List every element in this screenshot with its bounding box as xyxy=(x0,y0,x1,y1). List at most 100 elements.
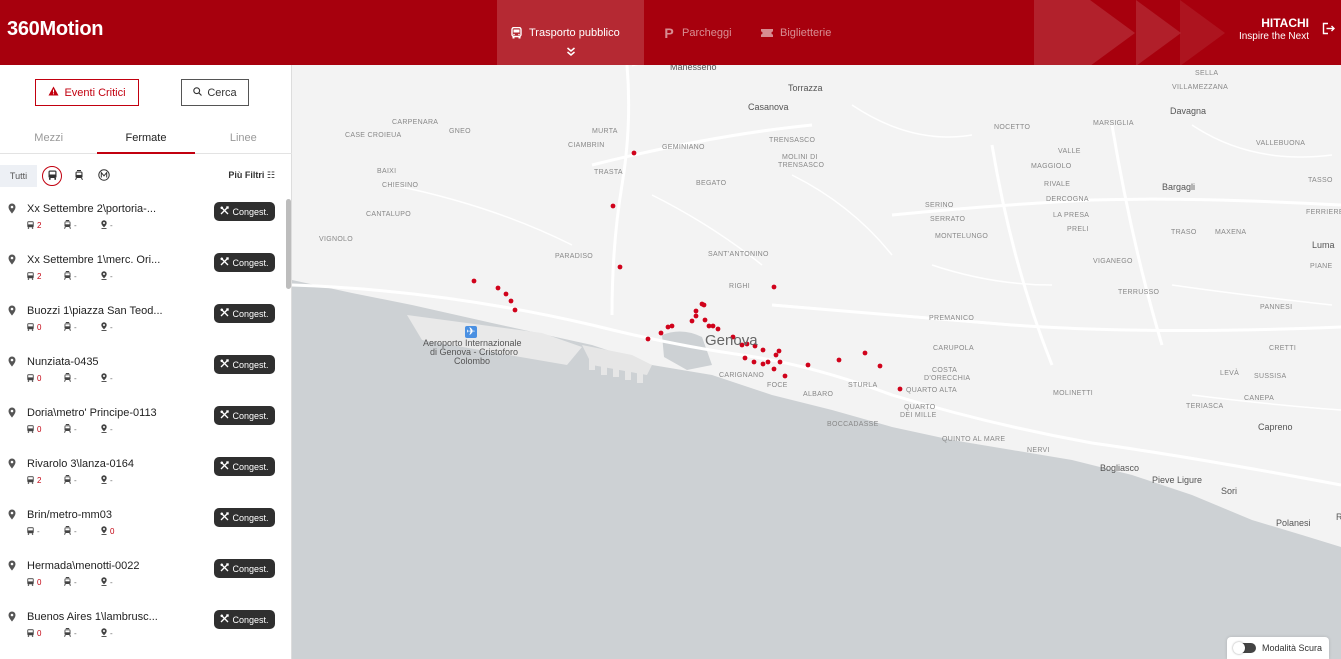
bus-icon xyxy=(27,475,34,486)
map-place-label: PRELI xyxy=(1067,226,1089,233)
filter-bus-button[interactable] xyxy=(42,166,62,186)
stop-list-item[interactable]: Buenos Aires 1\lambrusc... 0 - - Congest. xyxy=(0,603,292,654)
filter-metro-m-button[interactable] xyxy=(94,166,114,186)
stop-marker[interactable] xyxy=(665,324,671,330)
stop-marker[interactable] xyxy=(503,291,509,297)
stop-marker[interactable] xyxy=(710,323,716,329)
stop-marker[interactable] xyxy=(805,362,811,368)
metro-count: - xyxy=(64,577,101,588)
location-pin-icon xyxy=(8,203,16,217)
stop-marker[interactable] xyxy=(771,366,777,372)
stop-marker[interactable] xyxy=(669,323,675,329)
tab-linee[interactable]: Linee xyxy=(195,123,292,153)
stop-marker[interactable] xyxy=(862,350,868,356)
stop-marker[interactable] xyxy=(495,285,501,291)
list-scrollbar[interactable] xyxy=(286,199,291,289)
filter-metro-button[interactable] xyxy=(69,166,89,186)
person-pin-icon xyxy=(101,373,107,384)
top-bar: 360Motion Trasporto pubblico P Parcheggi… xyxy=(0,0,1341,65)
stop-marker[interactable] xyxy=(742,355,748,361)
stop-list-item[interactable]: Buozzi 1\piazza San Teod... 0 - - Congest. xyxy=(0,297,292,348)
stop-marker[interactable] xyxy=(751,359,757,365)
tab-fermate[interactable]: Fermate xyxy=(97,123,195,154)
search-button[interactable]: Cerca xyxy=(181,79,249,106)
metro-count-value: - xyxy=(74,578,77,587)
stop-marker[interactable] xyxy=(776,348,782,354)
map-place-label: CARUPOLA xyxy=(933,345,974,352)
congestion-badge: Congest. xyxy=(214,202,275,221)
stop-marker[interactable] xyxy=(773,352,779,358)
stop-marker[interactable] xyxy=(760,361,766,367)
map-place-label: CHIESINO xyxy=(382,182,419,189)
nav-parcheggi[interactable]: P Parcheggi xyxy=(650,0,744,65)
stop-marker[interactable] xyxy=(631,150,637,156)
stop-name: Nunziata-0435 xyxy=(27,356,99,368)
stop-marker[interactable] xyxy=(836,357,842,363)
stop-list-item[interactable]: Doria\metro' Principe-0113 0 - - Congest. xyxy=(0,399,292,450)
stop-marker[interactable] xyxy=(771,284,777,290)
map-place-label: GEMINIANO xyxy=(662,144,705,151)
search-icon xyxy=(193,86,203,99)
toggle-switch[interactable] xyxy=(1232,642,1256,654)
stop-marker[interactable] xyxy=(897,386,903,392)
map-place-label: Luma xyxy=(1312,240,1335,250)
bus-count-value: 0 xyxy=(37,323,42,332)
stop-marker[interactable] xyxy=(508,298,514,304)
stop-marker[interactable] xyxy=(765,359,771,365)
congestion-badge: Congest. xyxy=(214,559,275,578)
tab-mezzi[interactable]: Mezzi xyxy=(0,123,97,153)
stop-list-item[interactable]: Hermada\menotti-0022 0 - - Congest. xyxy=(0,552,292,603)
stop-marker[interactable] xyxy=(658,330,664,336)
map-place-label: BAIXI xyxy=(377,168,397,175)
stop-marker[interactable] xyxy=(617,264,623,270)
bus-count: 0 xyxy=(27,322,64,333)
tram-icon xyxy=(64,271,71,282)
stop-list-item[interactable]: Brin/metro-mm03 - - 0 Congest. xyxy=(0,501,292,552)
stop-meta: 2 - - xyxy=(27,220,138,231)
location-pin-icon xyxy=(8,254,16,268)
map-place-label: STURLA xyxy=(848,382,878,389)
stop-marker[interactable] xyxy=(471,278,477,284)
map[interactable]: ✈ Manesseno Torrazza Casanova SELLA VILLAMEZ… xyxy=(292,65,1341,659)
stop-marker[interactable] xyxy=(782,373,788,379)
stop-marker[interactable] xyxy=(689,318,695,324)
stop-marker[interactable] xyxy=(715,326,721,332)
person-pin-icon xyxy=(101,475,107,486)
stop-list-item[interactable]: Nunziata-0435 0 - - Congest. xyxy=(0,348,292,399)
stop-marker[interactable] xyxy=(702,317,708,323)
map-place-label: COSTA xyxy=(932,367,958,374)
logout-icon[interactable] xyxy=(1322,22,1335,38)
stop-marker[interactable] xyxy=(777,359,783,365)
map-place-label: QUARTO ALTA xyxy=(906,387,958,394)
critical-events-button[interactable]: Eventi Critici xyxy=(35,79,139,106)
stop-marker[interactable] xyxy=(760,347,766,353)
double-chevron-down-icon[interactable] xyxy=(566,47,575,58)
nav-trasporto-pubblico[interactable]: Trasporto pubblico xyxy=(497,0,644,65)
stop-marker[interactable] xyxy=(610,203,616,209)
stop-marker[interactable] xyxy=(645,336,651,342)
stop-list-item[interactable]: Xx Settembre 1\merc. Ori... 2 - - Congest. xyxy=(0,246,292,297)
tram-icon xyxy=(64,424,71,435)
stop-list-item[interactable]: Xx Settembre 2\portoria-... 2 - - Congest. xyxy=(0,195,292,246)
tram-icon xyxy=(64,577,71,588)
stop-marker[interactable] xyxy=(701,302,707,308)
stop-marker[interactable] xyxy=(877,363,883,369)
filter-all-chip[interactable]: Tutti xyxy=(0,165,37,187)
bus-count-value: 2 xyxy=(37,476,42,485)
map-place-label: Genova xyxy=(705,332,758,349)
congestion-label: Congest. xyxy=(232,461,269,472)
map-place-label: TRASO xyxy=(1171,229,1197,236)
stop-marker[interactable] xyxy=(693,313,699,319)
warning-icon xyxy=(48,86,59,99)
stop-marker[interactable] xyxy=(512,307,518,313)
brand-name: HITACHI xyxy=(1261,16,1309,30)
stop-list-item[interactable]: Rivarolo 3\lanza-0164 2 - - Congest. xyxy=(0,450,292,501)
map-place-label: SERINO xyxy=(925,202,954,209)
more-filters-button[interactable]: Più Filtri ☷ xyxy=(228,170,275,181)
map-place-label: DERCOGNA xyxy=(1046,196,1089,203)
nav-biglietterie[interactable]: Biglietterie xyxy=(748,0,843,65)
stop-marker[interactable] xyxy=(693,308,699,314)
map-place-label: CARPENARA xyxy=(392,119,439,126)
dark-mode-toggle[interactable]: Modalità Scura xyxy=(1226,637,1329,659)
map-place-label: Pieve Ligure xyxy=(1152,475,1203,485)
